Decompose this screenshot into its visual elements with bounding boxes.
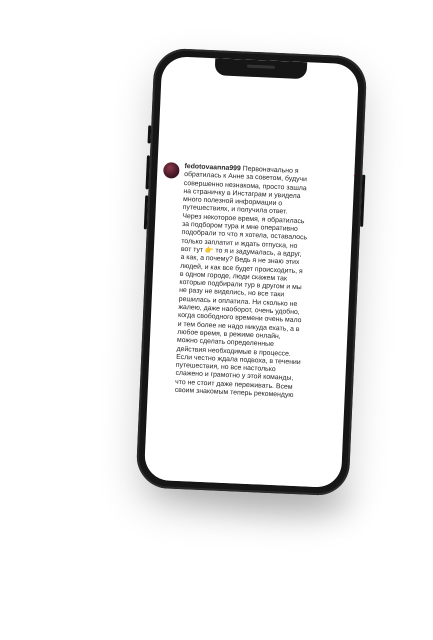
speaker-grille	[246, 64, 275, 69]
volume-up-button	[145, 155, 150, 190]
volume-down-button	[143, 195, 149, 230]
silent-switch	[147, 125, 152, 144]
phone-screen: fedotovaanna999 Первоначально я обратила…	[143, 55, 360, 489]
comment-text: fedotovaanna999 Первоначально я обратила…	[175, 163, 345, 402]
notch	[214, 58, 307, 80]
phone-mockup: fedotovaanna999 Первоначально я обратила…	[135, 47, 368, 497]
bottom-fade	[143, 429, 343, 489]
comment: fedotovaanna999 Первоначально я обратила…	[163, 162, 359, 399]
avatar[interactable]	[163, 162, 180, 179]
heart-icon[interactable]: ❤	[353, 172, 359, 181]
comment-body: Первоначально я обратилась к Анне за сов…	[174, 165, 308, 399]
power-button	[360, 174, 366, 227]
